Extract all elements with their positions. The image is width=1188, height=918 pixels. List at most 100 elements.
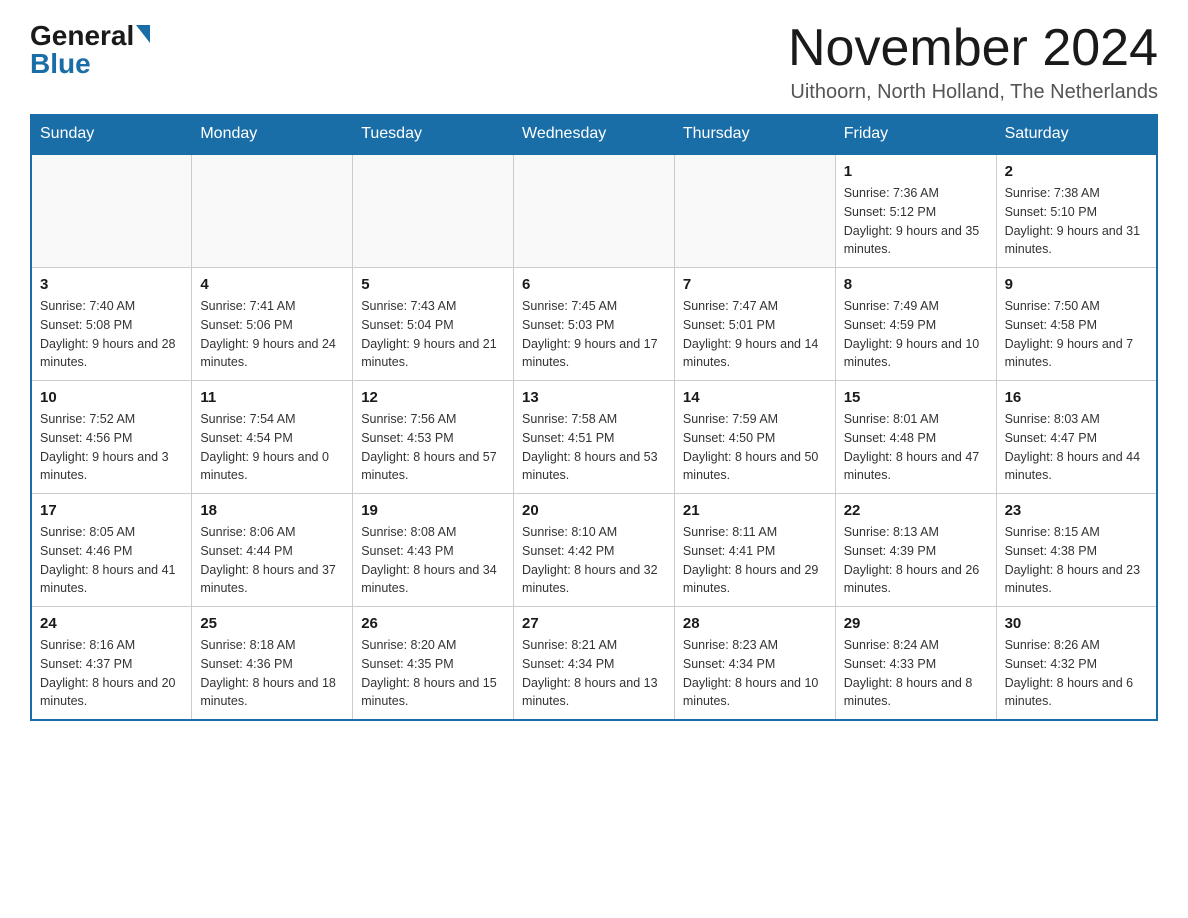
calendar-day-cell: 17Sunrise: 8:05 AMSunset: 4:46 PMDayligh… — [31, 494, 192, 607]
day-info: Sunrise: 8:08 AMSunset: 4:43 PMDaylight:… — [361, 523, 505, 598]
calendar-day-cell: 30 Sunrise: 8:26 AMSunset: 4:32 PMDayligh… — [996, 607, 1157, 721]
day-number: 16 — [1005, 389, 1148, 406]
calendar-day-cell: 19 Sunrise: 8:08 AMSunset: 4:43 PMDayligh… — [353, 494, 514, 607]
day-info: Sunrise: 7:40 AMSunset: 5:08 PMDaylight:… — [40, 297, 183, 372]
day-info: Sunrise: 8:03 AMSunset: 4:47 PMDaylight:… — [1005, 410, 1148, 485]
calendar-day-cell: 3 Sunrise: 7:40 AMSunset: 5:08 PMDaylight… — [31, 268, 192, 381]
day-info: Sunrise: 8:06 AMSunset: 4:44 PMDaylight:… — [200, 523, 344, 598]
calendar-day-cell: 14Sunrise: 7:59 AMSunset: 4:50 PMDayligh… — [674, 381, 835, 494]
calendar-day-cell: 13 Sunrise: 7:58 AMSunset: 4:51 PMDayligh… — [514, 381, 675, 494]
day-info: Sunrise: 8:11 AMSunset: 4:41 PMDaylight:… — [683, 523, 827, 598]
day-number: 29 — [844, 615, 988, 632]
calendar-day-cell: 7 Sunrise: 7:47 AMSunset: 5:01 PMDaylight… — [674, 268, 835, 381]
calendar-week-row: 10Sunrise: 7:52 AMSunset: 4:56 PMDayligh… — [31, 381, 1157, 494]
day-number: 28 — [683, 615, 827, 632]
day-number: 30 — [1005, 615, 1148, 632]
day-number: 8 — [844, 276, 988, 293]
calendar-day-cell: 15Sunrise: 8:01 AMSunset: 4:48 PMDayligh… — [835, 381, 996, 494]
day-info: Sunrise: 8:20 AMSunset: 4:35 PMDaylight:… — [361, 636, 505, 711]
day-number: 6 — [522, 276, 666, 293]
day-info: Sunrise: 7:45 AMSunset: 5:03 PMDaylight:… — [522, 297, 666, 372]
day-info: Sunrise: 7:54 AMSunset: 4:54 PMDaylight:… — [200, 410, 344, 485]
location-subtitle: Uithoorn, North Holland, The Netherlands — [788, 81, 1158, 104]
day-info: Sunrise: 8:01 AMSunset: 4:48 PMDaylight:… — [844, 410, 988, 485]
calendar-day-cell: 26Sunrise: 8:20 AMSunset: 4:35 PMDayligh… — [353, 607, 514, 721]
day-of-week-header: Wednesday — [514, 115, 675, 155]
day-info: Sunrise: 7:58 AMSunset: 4:51 PMDaylight:… — [522, 410, 666, 485]
calendar-day-cell: 8 Sunrise: 7:49 AMSunset: 4:59 PMDaylight… — [835, 268, 996, 381]
day-info: Sunrise: 7:56 AMSunset: 4:53 PMDaylight:… — [361, 410, 505, 485]
day-of-week-header: Friday — [835, 115, 996, 155]
calendar-day-cell: 16 Sunrise: 8:03 AMSunset: 4:47 PMDayligh… — [996, 381, 1157, 494]
calendar-body: 1 Sunrise: 7:36 AMSunset: 5:12 PMDaylight… — [31, 154, 1157, 720]
day-of-week-header: Sunday — [31, 115, 192, 155]
calendar-day-cell: 18 Sunrise: 8:06 AMSunset: 4:44 PMDayligh… — [192, 494, 353, 607]
day-info: Sunrise: 7:36 AMSunset: 5:12 PMDaylight:… — [844, 184, 988, 259]
calendar-day-cell: 20 Sunrise: 8:10 AMSunset: 4:42 PMDayligh… — [514, 494, 675, 607]
calendar-day-cell: 28 Sunrise: 8:23 AMSunset: 4:34 PMDayligh… — [674, 607, 835, 721]
calendar-header: SundayMondayTuesdayWednesdayThursdayFrid… — [31, 115, 1157, 155]
day-number: 19 — [361, 502, 505, 519]
calendar-day-cell — [514, 154, 675, 268]
calendar-week-row: 24Sunrise: 8:16 AMSunset: 4:37 PMDayligh… — [31, 607, 1157, 721]
day-info: Sunrise: 7:59 AMSunset: 4:50 PMDaylight:… — [683, 410, 827, 485]
day-number: 5 — [361, 276, 505, 293]
day-number: 21 — [683, 502, 827, 519]
calendar-table: SundayMondayTuesdayWednesdayThursdayFrid… — [30, 114, 1158, 721]
month-title: November 2024 — [788, 20, 1158, 77]
calendar-day-cell — [674, 154, 835, 268]
day-info: Sunrise: 8:16 AMSunset: 4:37 PMDaylight:… — [40, 636, 183, 711]
day-info: Sunrise: 8:24 AMSunset: 4:33 PMDaylight:… — [844, 636, 988, 711]
day-number: 23 — [1005, 502, 1148, 519]
calendar-day-cell: 1 Sunrise: 7:36 AMSunset: 5:12 PMDaylight… — [835, 154, 996, 268]
logo-arrow-icon — [136, 25, 150, 43]
day-number: 4 — [200, 276, 344, 293]
day-info: Sunrise: 7:38 AMSunset: 5:10 PMDaylight:… — [1005, 184, 1148, 259]
page-header: General Blue November 2024 Uithoorn, Nor… — [30, 20, 1158, 104]
day-number: 12 — [361, 389, 505, 406]
calendar-week-row: 1 Sunrise: 7:36 AMSunset: 5:12 PMDaylight… — [31, 154, 1157, 268]
calendar-day-cell: 10Sunrise: 7:52 AMSunset: 4:56 PMDayligh… — [31, 381, 192, 494]
day-number: 18 — [200, 502, 344, 519]
day-of-week-header: Saturday — [996, 115, 1157, 155]
calendar-day-cell: 22 Sunrise: 8:13 AMSunset: 4:39 PMDayligh… — [835, 494, 996, 607]
day-info: Sunrise: 8:10 AMSunset: 4:42 PMDaylight:… — [522, 523, 666, 598]
day-number: 2 — [1005, 163, 1148, 180]
day-number: 25 — [200, 615, 344, 632]
calendar-day-cell: 6 Sunrise: 7:45 AMSunset: 5:03 PMDaylight… — [514, 268, 675, 381]
day-info: Sunrise: 8:13 AMSunset: 4:39 PMDaylight:… — [844, 523, 988, 598]
calendar-week-row: 17Sunrise: 8:05 AMSunset: 4:46 PMDayligh… — [31, 494, 1157, 607]
day-number: 17 — [40, 502, 183, 519]
day-info: Sunrise: 7:52 AMSunset: 4:56 PMDaylight:… — [40, 410, 183, 485]
day-info: Sunrise: 8:15 AMSunset: 4:38 PMDaylight:… — [1005, 523, 1148, 598]
calendar-day-cell: 12 Sunrise: 7:56 AMSunset: 4:53 PMDayligh… — [353, 381, 514, 494]
logo-blue-text: Blue — [30, 48, 91, 80]
day-number: 7 — [683, 276, 827, 293]
day-info: Sunrise: 7:43 AMSunset: 5:04 PMDaylight:… — [361, 297, 505, 372]
calendar-header-row: SundayMondayTuesdayWednesdayThursdayFrid… — [31, 115, 1157, 155]
calendar-week-row: 3 Sunrise: 7:40 AMSunset: 5:08 PMDaylight… — [31, 268, 1157, 381]
day-info: Sunrise: 8:18 AMSunset: 4:36 PMDaylight:… — [200, 636, 344, 711]
calendar-day-cell: 5 Sunrise: 7:43 AMSunset: 5:04 PMDaylight… — [353, 268, 514, 381]
calendar-day-cell: 29 Sunrise: 8:24 AMSunset: 4:33 PMDayligh… — [835, 607, 996, 721]
logo: General Blue — [30, 20, 150, 80]
day-number: 13 — [522, 389, 666, 406]
day-number: 20 — [522, 502, 666, 519]
day-info: Sunrise: 8:23 AMSunset: 4:34 PMDaylight:… — [683, 636, 827, 711]
calendar-day-cell: 9Sunrise: 7:50 AMSunset: 4:58 PMDaylight… — [996, 268, 1157, 381]
day-info: Sunrise: 8:26 AMSunset: 4:32 PMDaylight:… — [1005, 636, 1148, 711]
calendar-day-cell: 23 Sunrise: 8:15 AMSunset: 4:38 PMDayligh… — [996, 494, 1157, 607]
day-info: Sunrise: 7:47 AMSunset: 5:01 PMDaylight:… — [683, 297, 827, 372]
calendar-day-cell — [353, 154, 514, 268]
calendar-day-cell: 27Sunrise: 8:21 AMSunset: 4:34 PMDayligh… — [514, 607, 675, 721]
day-info: Sunrise: 7:49 AMSunset: 4:59 PMDaylight:… — [844, 297, 988, 372]
day-number: 3 — [40, 276, 183, 293]
calendar-day-cell: 4Sunrise: 7:41 AMSunset: 5:06 PMDaylight… — [192, 268, 353, 381]
day-number: 1 — [844, 163, 988, 180]
day-number: 22 — [844, 502, 988, 519]
day-of-week-header: Monday — [192, 115, 353, 155]
calendar-day-cell: 21 Sunrise: 8:11 AMSunset: 4:41 PMDayligh… — [674, 494, 835, 607]
day-of-week-header: Tuesday — [353, 115, 514, 155]
day-info: Sunrise: 7:50 AMSunset: 4:58 PMDaylight:… — [1005, 297, 1148, 372]
day-of-week-header: Thursday — [674, 115, 835, 155]
